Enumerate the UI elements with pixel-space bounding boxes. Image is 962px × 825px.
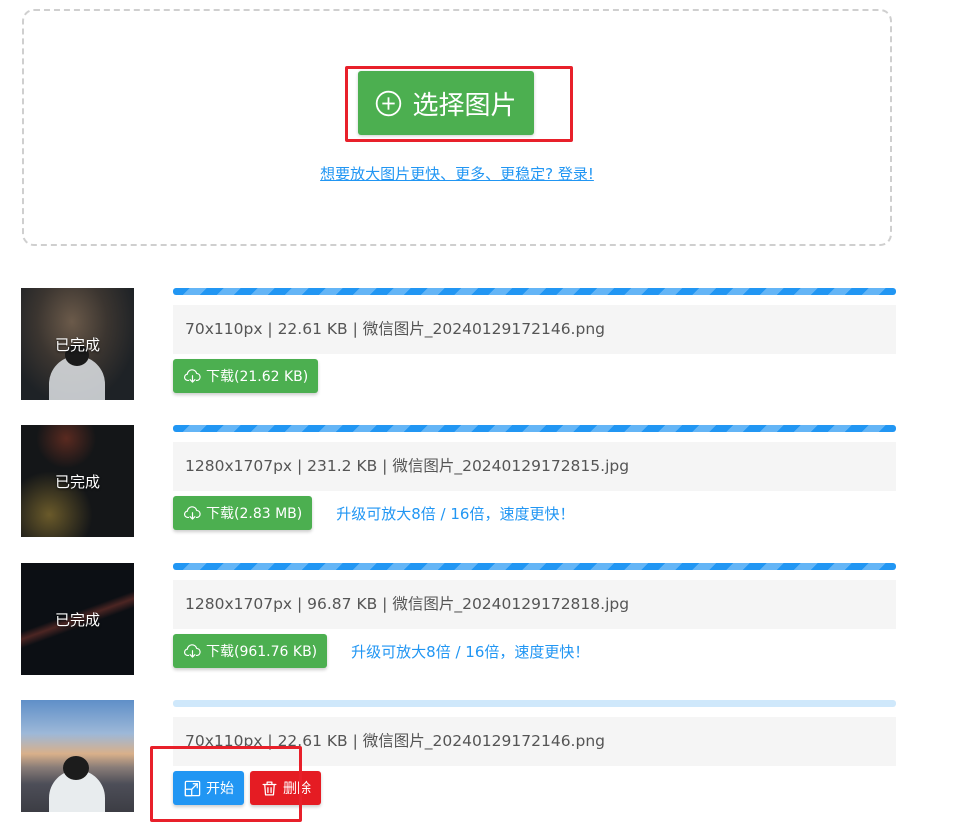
- choose-image-button[interactable]: 选择图片: [358, 71, 534, 135]
- progress-bar: [173, 288, 896, 295]
- image-thumbnail: 已完成: [21, 288, 134, 400]
- image-thumbnail: 已完成: [21, 425, 134, 537]
- status-label: 已完成: [54, 472, 100, 491]
- start-label: 开始: [206, 781, 234, 797]
- progress-bar: [173, 425, 896, 432]
- image-thumbnail: [21, 700, 134, 812]
- row-actions: 下载(2.83 MB) 升级可放大8倍 / 16倍，速度更快！: [173, 496, 574, 530]
- cloud-download-icon: [184, 643, 201, 658]
- upscale-icon: [184, 780, 201, 796]
- file-info: 1280x1707px | 231.2 KB | 微信图片_2024012917…: [173, 442, 896, 491]
- delete-label: 删除: [283, 781, 311, 797]
- trash-icon: [262, 781, 277, 795]
- progress-bar: [173, 700, 896, 707]
- download-button[interactable]: 下载(961.76 KB): [173, 634, 328, 668]
- cloud-download-icon: [184, 368, 201, 383]
- download-label: 下载(961.76 KB): [206, 644, 318, 660]
- row-actions: 下载(961.76 KB) 升级可放大8倍 / 16倍，速度更快！: [173, 634, 589, 668]
- file-row: 已完成 1280x1707px | 96.87 KB | 微信图片_202401…: [21, 563, 896, 675]
- row-actions: 下载(21.62 KB): [173, 359, 319, 393]
- upgrade-link[interactable]: 升级可放大8倍 / 16倍，速度更快！: [336, 503, 574, 524]
- choose-image-label: 选择图片: [412, 90, 517, 121]
- cloud-download-icon: [184, 505, 201, 520]
- status-label: 已完成: [54, 610, 100, 629]
- start-button[interactable]: 开始: [173, 771, 244, 805]
- upgrade-link[interactable]: 升级可放大8倍 / 16倍，速度更快！: [351, 641, 589, 662]
- plus-circle-icon: [376, 90, 402, 116]
- upload-dropzone[interactable]: 选择图片 想要放大图片更快、更多、更稳定? 登录!: [22, 9, 892, 246]
- delete-button[interactable]: 删除: [250, 771, 321, 805]
- file-info: 1280x1707px | 96.87 KB | 微信图片_2024012917…: [173, 580, 896, 629]
- download-button[interactable]: 下载(2.83 MB): [173, 496, 313, 530]
- status-label: 已完成: [54, 335, 100, 354]
- download-label: 下载(2.83 MB): [206, 506, 303, 522]
- login-link[interactable]: 想要放大图片更快、更多、更稳定? 登录!: [24, 163, 890, 184]
- file-info: 70x110px | 22.61 KB | 微信图片_2024012917214…: [173, 717, 896, 766]
- image-thumbnail: 已完成: [21, 563, 134, 675]
- file-row: 已完成 1280x1707px | 231.2 KB | 微信图片_202401…: [21, 425, 896, 537]
- file-row: 70x110px | 22.61 KB | 微信图片_2024012917214…: [21, 700, 896, 812]
- file-info: 70x110px | 22.61 KB | 微信图片_2024012917214…: [173, 305, 896, 354]
- download-button[interactable]: 下载(21.62 KB): [173, 359, 319, 393]
- progress-bar: [173, 563, 896, 570]
- row-actions: 开始 删除: [173, 771, 321, 805]
- file-row: 已完成 70x110px | 22.61 KB | 微信图片_202401291…: [21, 288, 896, 400]
- download-label: 下载(21.62 KB): [206, 369, 309, 385]
